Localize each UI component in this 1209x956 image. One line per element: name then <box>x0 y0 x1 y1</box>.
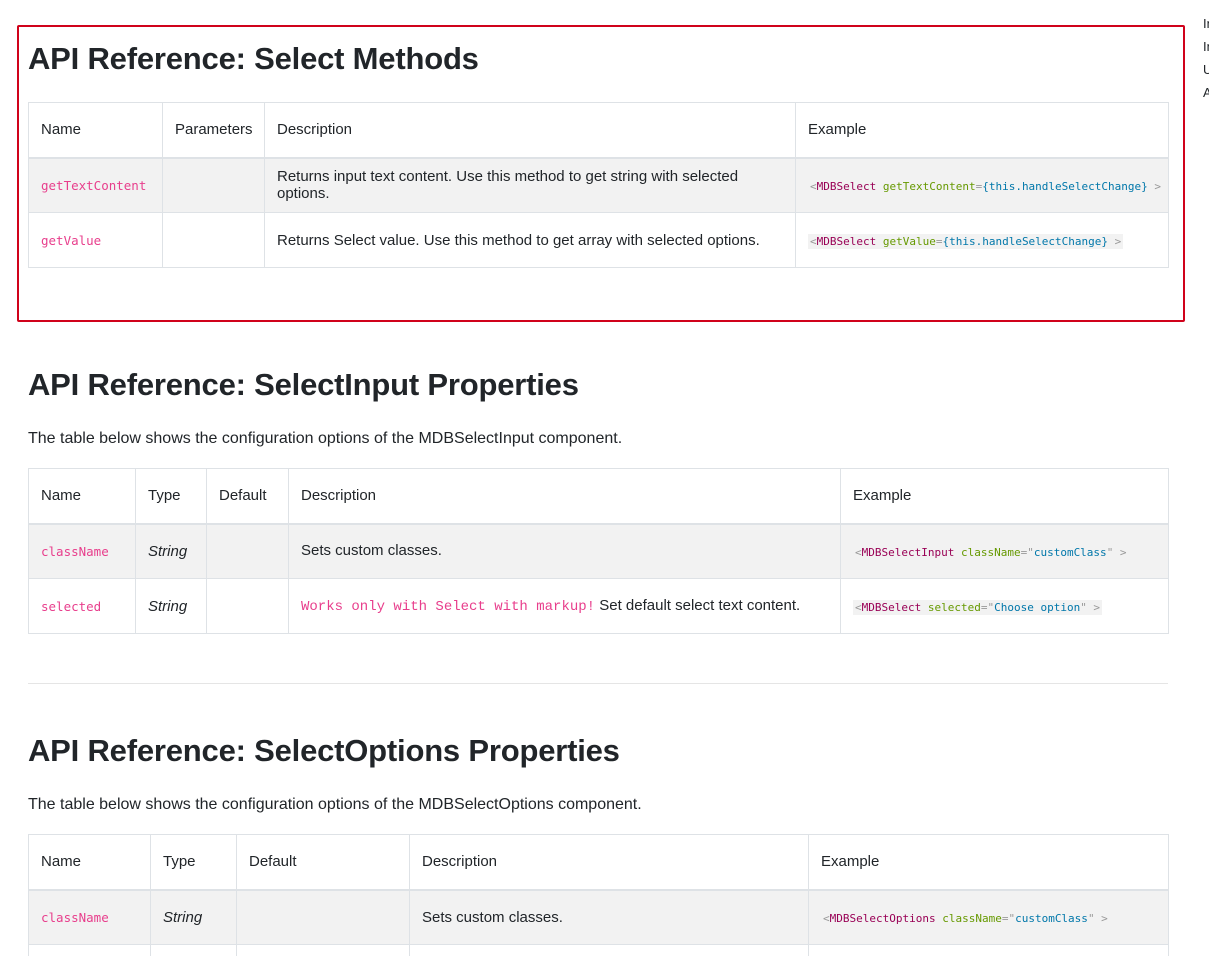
code-example: <MDBSelect getValue={this.handleSelectCh… <box>808 233 1124 249</box>
header-description: Description <box>264 102 796 159</box>
section-divider <box>28 683 1168 684</box>
code-example: <MDBSelect selected="Choose option" > <box>853 599 1103 615</box>
table-row: getTextContent Returns input text conten… <box>28 157 1169 213</box>
table-row: className String Sets custom classes. <M… <box>28 889 1169 945</box>
prop-description: Sets custom classes. <box>288 523 841 579</box>
header-type: Type <box>150 834 237 891</box>
methods-table: Name Parameters Description Example getT… <box>28 102 1169 268</box>
method-params <box>162 157 265 213</box>
method-params <box>162 212 265 268</box>
header-example: Example <box>808 834 1169 891</box>
table-header-row: Name Parameters Description Example <box>28 102 1169 159</box>
header-default: Default <box>236 834 410 891</box>
header-parameters: Parameters <box>162 102 265 159</box>
header-default: Default <box>206 468 289 525</box>
prop-type: String <box>135 523 207 579</box>
sidebar-item-label[interactable]: In <box>1203 35 1209 58</box>
prop-name: selected <box>41 598 102 614</box>
table-header-row: Name Type Default Description Example <box>28 834 1169 891</box>
prop-name: className <box>41 909 109 925</box>
docs-page: API Reference: Select Methods Name Param… <box>0 0 1209 956</box>
options-props-table: Name Type Default Description Example cl… <box>28 834 1169 956</box>
method-description: Returns Select value. Use this method to… <box>264 212 796 268</box>
section-title-options-props: API Reference: SelectOptions Properties <box>28 733 620 768</box>
header-description: Description <box>409 834 809 891</box>
header-example: Example <box>795 102 1169 159</box>
prop-type: String <box>135 578 207 634</box>
header-name: Name <box>28 468 136 525</box>
method-name: getTextContent <box>41 177 147 193</box>
table-header-row: Name Type Default Description Example <box>28 468 1169 525</box>
prop-default <box>206 523 289 579</box>
input-props-table: Name Type Default Description Example cl… <box>28 468 1169 634</box>
header-type: Type <box>135 468 207 525</box>
section-title-methods: API Reference: Select Methods <box>28 41 479 76</box>
code-example: <MDBSelect getTextContent={this.handleSe… <box>808 178 1164 194</box>
prop-description: Works only with Select with markup! Set … <box>288 578 841 634</box>
prop-description: Sets custom classes. <box>409 889 809 945</box>
method-description: Returns input text content. Use this met… <box>264 157 796 213</box>
header-description: Description <box>288 468 841 525</box>
prop-name: className <box>41 543 109 559</box>
markup-warning: Works only with Select with markup! <box>301 599 596 615</box>
code-example: <MDBSelectInput className="customClass" … <box>853 544 1129 560</box>
table-row: className String Sets custom classes. <M… <box>28 523 1169 579</box>
sidebar-item-label[interactable]: In <box>1203 12 1209 35</box>
sidebar-item-label[interactable]: A <box>1203 81 1209 104</box>
table-row: selected String Works only with Select w… <box>28 578 1169 634</box>
code-example: <MDBSelectOptions className="customClass… <box>821 910 1110 926</box>
section-title-input-props: API Reference: SelectInput Properties <box>28 367 579 402</box>
section-description-input-props: The table below shows the configuration … <box>28 430 623 447</box>
prop-default <box>236 889 410 945</box>
prop-default <box>206 578 289 634</box>
sidebar-item-label[interactable]: U <box>1203 58 1209 81</box>
header-name: Name <box>28 834 151 891</box>
sidebar-clipped-text: In In U A <box>1203 12 1209 104</box>
prop-type: String <box>150 889 237 945</box>
table-row <box>28 944 1169 956</box>
header-name: Name <box>28 102 163 159</box>
header-example: Example <box>840 468 1169 525</box>
section-description-options-props: The table below shows the configuration … <box>28 796 642 813</box>
table-row: getValue Returns Select value. Use this … <box>28 212 1169 268</box>
method-name: getValue <box>41 232 102 248</box>
